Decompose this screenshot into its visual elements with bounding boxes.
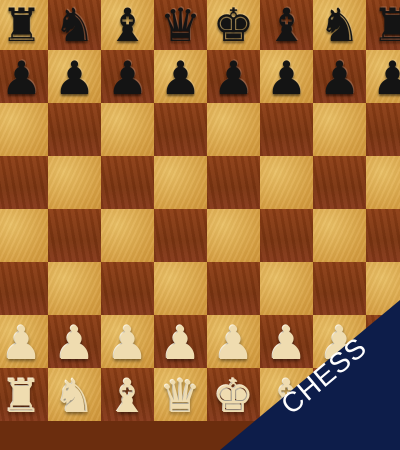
white-pawn-piece[interactable]: ♟: [260, 320, 313, 366]
square-a3[interactable]: [0, 262, 48, 315]
square-e6[interactable]: [207, 103, 260, 156]
square-c7[interactable]: ♟: [101, 50, 154, 103]
white-rook-piece[interactable]: ♜: [0, 373, 48, 419]
square-b6[interactable]: [48, 103, 101, 156]
square-b7[interactable]: ♟: [48, 50, 101, 103]
square-e7[interactable]: ♟: [207, 50, 260, 103]
black-knight-piece[interactable]: ♞: [48, 2, 101, 48]
game-screen: ♜ ♞ ♝ ♛ ♚ ♝ ♞ ♜ ♟ ♟ ♟ ♟ ♟ ♟ ♟ ♟ ♟ ♟ ♟ ♟ ♟ ♟ ♟ ♟ ♜ ♞ ♝ ♛ ♚ ♝ ♞ ♜ CHESS: [0, 0, 400, 450]
square-g7[interactable]: ♟: [313, 50, 366, 103]
square-e5[interactable]: [207, 156, 260, 209]
black-pawn-piece[interactable]: ♟: [48, 55, 101, 101]
square-h5[interactable]: [366, 156, 400, 209]
white-king-piece[interactable]: ♚: [207, 373, 260, 419]
square-g1[interactable]: ♞: [313, 368, 366, 421]
black-rook-piece[interactable]: ♜: [0, 2, 48, 48]
white-pawn-piece[interactable]: ♟: [313, 320, 366, 366]
white-knight-piece[interactable]: ♞: [48, 373, 101, 419]
square-d8[interactable]: ♛: [154, 0, 207, 50]
square-a7[interactable]: ♟: [0, 50, 48, 103]
square-h7[interactable]: ♟: [366, 50, 400, 103]
black-pawn-piece[interactable]: ♟: [313, 55, 366, 101]
square-h6[interactable]: [366, 103, 400, 156]
square-g3[interactable]: [313, 262, 366, 315]
white-rook-piece[interactable]: ♜: [366, 373, 400, 419]
square-f4[interactable]: [260, 209, 313, 262]
white-bishop-piece[interactable]: ♝: [101, 373, 154, 419]
white-queen-piece[interactable]: ♛: [154, 373, 207, 419]
white-bishop-piece[interactable]: ♝: [260, 373, 313, 419]
black-queen-piece[interactable]: ♛: [154, 2, 207, 48]
square-b3[interactable]: [48, 262, 101, 315]
square-e4[interactable]: [207, 209, 260, 262]
square-b1[interactable]: ♞: [48, 368, 101, 421]
square-c4[interactable]: [101, 209, 154, 262]
square-h1[interactable]: ♜: [366, 368, 400, 421]
square-d1[interactable]: ♛: [154, 368, 207, 421]
white-pawn-piece[interactable]: ♟: [366, 320, 400, 366]
square-e1[interactable]: ♚: [207, 368, 260, 421]
square-b2[interactable]: ♟: [48, 315, 101, 368]
black-rook-piece[interactable]: ♜: [366, 2, 400, 48]
black-bishop-piece[interactable]: ♝: [260, 2, 313, 48]
white-pawn-piece[interactable]: ♟: [48, 320, 101, 366]
square-g4[interactable]: [313, 209, 366, 262]
square-d3[interactable]: [154, 262, 207, 315]
square-f6[interactable]: [260, 103, 313, 156]
square-b5[interactable]: [48, 156, 101, 209]
black-pawn-piece[interactable]: ♟: [0, 55, 48, 101]
square-g8[interactable]: ♞: [313, 0, 366, 50]
square-c3[interactable]: [101, 262, 154, 315]
square-c8[interactable]: ♝: [101, 0, 154, 50]
white-pawn-piece[interactable]: ♟: [101, 320, 154, 366]
square-c1[interactable]: ♝: [101, 368, 154, 421]
square-d7[interactable]: ♟: [154, 50, 207, 103]
square-f5[interactable]: [260, 156, 313, 209]
square-f3[interactable]: [260, 262, 313, 315]
square-a5[interactable]: [0, 156, 48, 209]
square-a2[interactable]: ♟: [0, 315, 48, 368]
square-d6[interactable]: [154, 103, 207, 156]
square-f1[interactable]: ♝: [260, 368, 313, 421]
chess-board[interactable]: ♜ ♞ ♝ ♛ ♚ ♝ ♞ ♜ ♟ ♟ ♟ ♟ ♟ ♟ ♟ ♟ ♟ ♟ ♟ ♟ ♟ ♟ ♟ ♟ ♜ ♞ ♝ ♛ ♚ ♝ ♞ ♜: [0, 0, 400, 421]
black-pawn-piece[interactable]: ♟: [154, 55, 207, 101]
square-h4[interactable]: [366, 209, 400, 262]
square-d5[interactable]: [154, 156, 207, 209]
square-a8[interactable]: ♜: [0, 0, 48, 50]
square-h8[interactable]: ♜: [366, 0, 400, 50]
square-c2[interactable]: ♟: [101, 315, 154, 368]
white-knight-piece[interactable]: ♞: [313, 373, 366, 419]
white-pawn-piece[interactable]: ♟: [0, 320, 48, 366]
square-g2[interactable]: ♟: [313, 315, 366, 368]
black-knight-piece[interactable]: ♞: [313, 2, 366, 48]
square-e8[interactable]: ♚: [207, 0, 260, 50]
square-e2[interactable]: ♟: [207, 315, 260, 368]
square-g6[interactable]: [313, 103, 366, 156]
white-pawn-piece[interactable]: ♟: [207, 320, 260, 366]
square-f2[interactable]: ♟: [260, 315, 313, 368]
square-a4[interactable]: [0, 209, 48, 262]
square-f8[interactable]: ♝: [260, 0, 313, 50]
black-pawn-piece[interactable]: ♟: [260, 55, 313, 101]
square-d2[interactable]: ♟: [154, 315, 207, 368]
square-b4[interactable]: [48, 209, 101, 262]
square-c5[interactable]: [101, 156, 154, 209]
square-d4[interactable]: [154, 209, 207, 262]
square-h2[interactable]: ♟: [366, 315, 400, 368]
square-g5[interactable]: [313, 156, 366, 209]
square-f7[interactable]: ♟: [260, 50, 313, 103]
square-b8[interactable]: ♞: [48, 0, 101, 50]
black-bishop-piece[interactable]: ♝: [101, 2, 154, 48]
square-a1[interactable]: ♜: [0, 368, 48, 421]
black-king-piece[interactable]: ♚: [207, 2, 260, 48]
square-c6[interactable]: [101, 103, 154, 156]
square-a6[interactable]: [0, 103, 48, 156]
black-pawn-piece[interactable]: ♟: [366, 55, 400, 101]
white-pawn-piece[interactable]: ♟: [154, 320, 207, 366]
black-pawn-piece[interactable]: ♟: [101, 55, 154, 101]
square-e3[interactable]: [207, 262, 260, 315]
square-h3[interactable]: [366, 262, 400, 315]
black-pawn-piece[interactable]: ♟: [207, 55, 260, 101]
